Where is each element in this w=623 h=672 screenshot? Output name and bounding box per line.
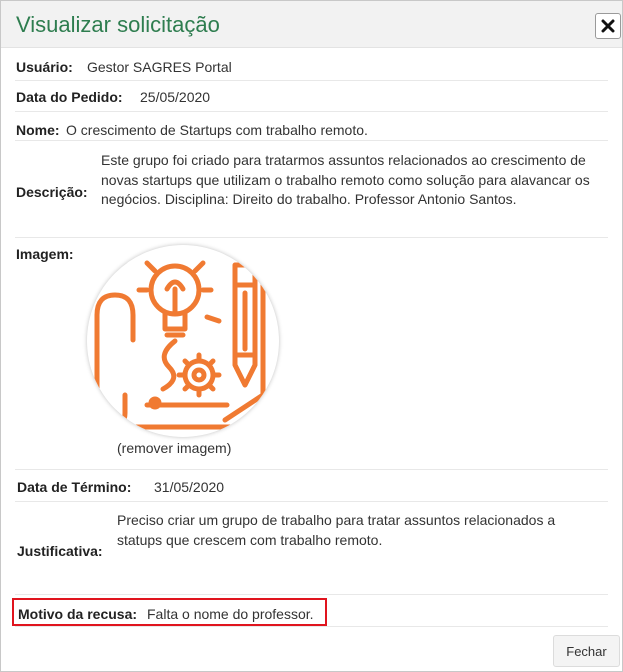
remove-image-link[interactable]: (remover imagem) [117,440,231,456]
dialog-title: Visualizar solicitação [16,12,220,37]
end-date-row: Data de Término: 31/05/2020 [15,469,608,502]
footer-divider [15,626,608,627]
name-row: Nome: O crescimento de Startups com trab… [15,120,608,141]
name-label: Nome: [16,122,60,138]
user-label: Usuário: [16,59,73,75]
close-button[interactable] [595,13,621,39]
justification-value: Preciso criar um grupo de trabalho para … [117,512,556,548]
description-label: Descrição: [16,184,88,200]
refusal-reason-label: Motivo da recusa: [18,606,138,622]
close-icon [601,19,615,33]
justification-label: Justificativa: [17,543,103,559]
justification-row: Justificativa: Preciso criar um grupo de… [15,501,608,595]
request-date-label: Data do Pedido: [16,89,123,105]
end-date-value: 31/05/2020 [154,479,225,495]
request-date-row: Data do Pedido: 25/05/2020 [15,87,608,112]
end-date-label: Data de Término: [17,479,132,495]
dialog-header: Visualizar solicitação [1,1,622,48]
group-image [87,245,279,437]
close-footer-button[interactable]: Fechar [553,635,620,667]
name-value: O crescimento de Startups com trabalho r… [66,122,368,138]
startup-idea-icon [94,260,266,430]
description-row: Descrição: Este grupo foi criado para tr… [15,149,608,238]
refusal-reason-box: Motivo da recusa: Falta o nome do profes… [12,598,327,626]
refusal-reason-value: Falta o nome do professor. [147,606,314,622]
image-label: Imagem: [16,246,74,262]
request-date-value: 25/05/2020 [140,89,211,105]
request-dialog: Visualizar solicitação Usuário: Gestor S… [0,0,623,672]
user-value: Gestor SAGRES Portal [87,59,232,75]
description-value: Este grupo foi criado para tratarmos ass… [101,152,590,207]
user-row: Usuário: Gestor SAGRES Portal [15,57,608,81]
